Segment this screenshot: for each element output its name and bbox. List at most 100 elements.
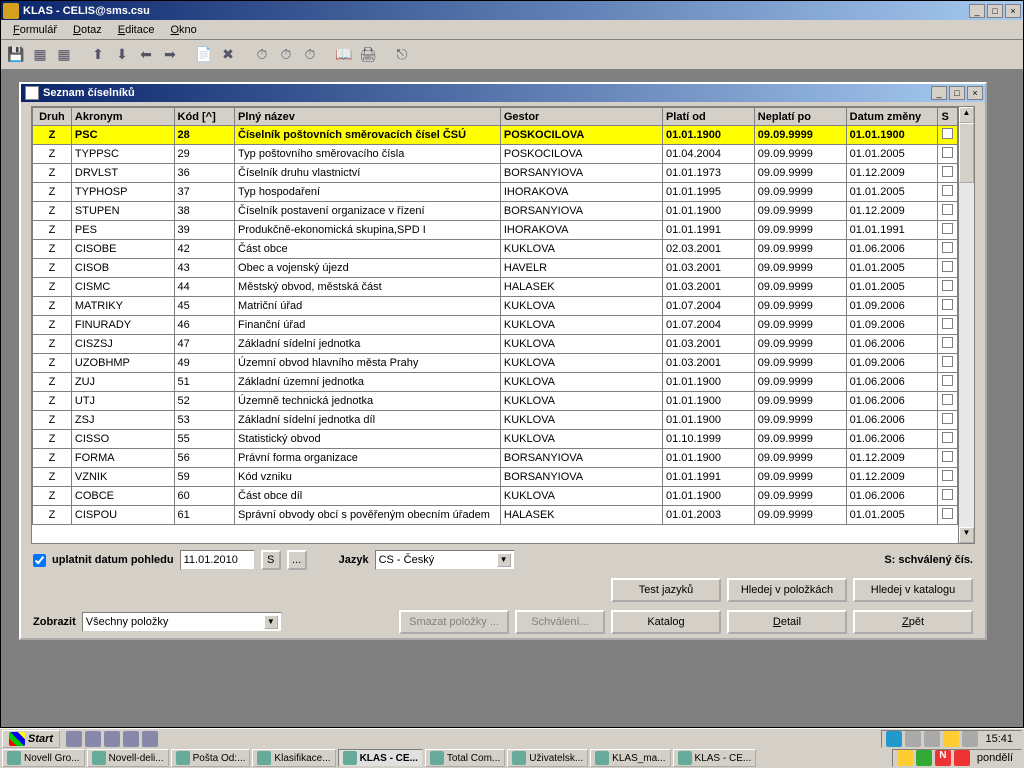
inner-maximize-button[interactable]: □ — [949, 86, 965, 100]
col-s[interactable]: S — [938, 108, 958, 126]
col-akronym[interactable]: Akronym — [71, 108, 174, 126]
row-checkbox[interactable] — [942, 280, 953, 291]
table-row[interactable]: ZCISSO55Statistický obvodKUKLOVA01.10.19… — [33, 430, 958, 449]
row-checkbox[interactable] — [942, 204, 953, 215]
row-checkbox[interactable] — [942, 223, 953, 234]
ql-icon[interactable] — [123, 731, 139, 747]
uplatnit-checkbox[interactable] — [33, 554, 46, 567]
table-row[interactable]: ZTYPHOSP37Typ hospodařeníIHORAKOVA01.01.… — [33, 183, 958, 202]
tray-icon[interactable]: N — [935, 750, 951, 766]
row-checkbox[interactable] — [942, 185, 953, 196]
taskbar-task[interactable]: KLAS - CE... — [338, 749, 423, 767]
table-row[interactable]: ZTYPPSC29Typ poštovního směrovacího čísl… — [33, 145, 958, 164]
table-row[interactable]: ZCISPOU61Správní obvody obcí s pověřeným… — [33, 506, 958, 525]
table-row[interactable]: ZCISMC44Městský obvod, městská částHALAS… — [33, 278, 958, 297]
col-kod[interactable]: Kód [^] — [174, 108, 235, 126]
dots-button[interactable]: ... — [287, 550, 307, 570]
menu-dotaz[interactable]: Dotaz — [65, 22, 110, 38]
menu-editace[interactable]: Editace — [110, 22, 163, 38]
table-row[interactable]: ZUZOBHMP49Územní obvod hlavního města Pr… — [33, 354, 958, 373]
scroll-track[interactable] — [959, 123, 974, 527]
row-checkbox[interactable] — [942, 128, 953, 139]
tool-timer1-icon[interactable]: ⏱ — [251, 44, 273, 66]
scroll-down-icon[interactable]: ▼ — [959, 527, 974, 543]
tool-exit-icon[interactable]: ⎋ — [391, 44, 413, 66]
table-row[interactable]: ZCISOB43Obec a vojenský újezdHAVELR01.03… — [33, 259, 958, 278]
s-button[interactable]: S — [261, 550, 281, 570]
table-row[interactable]: ZPSC28Číselník poštovních směrovacích čí… — [33, 126, 958, 145]
tray-icon[interactable] — [924, 731, 940, 747]
row-checkbox[interactable] — [942, 375, 953, 386]
tool-down-icon[interactable]: ⬇ — [111, 44, 133, 66]
table-row[interactable]: ZZSJ53Základní sídelní jednotka dílKUKLO… — [33, 411, 958, 430]
row-checkbox[interactable] — [942, 356, 953, 367]
tool-new-icon[interactable]: 📄 — [193, 44, 215, 66]
row-checkbox[interactable] — [942, 432, 953, 443]
ql-icon[interactable] — [104, 731, 120, 747]
tray-icon[interactable] — [905, 731, 921, 747]
inner-minimize-button[interactable]: _ — [931, 86, 947, 100]
col-nazev[interactable]: Plný název — [235, 108, 501, 126]
tool-timer3-icon[interactable]: ⏱ — [299, 44, 321, 66]
datum-input[interactable] — [180, 550, 255, 570]
tray-icon[interactable] — [962, 731, 978, 747]
table-row[interactable]: ZCISOBE42Část obceKUKLOVA02.03.200109.09… — [33, 240, 958, 259]
vertical-scrollbar[interactable]: ▲ ▼ — [958, 107, 974, 543]
menu-okno[interactable]: Okno — [162, 22, 204, 38]
maximize-button[interactable]: □ — [987, 4, 1003, 18]
tool-copy2-icon[interactable]: ▦ — [53, 44, 75, 66]
zpet-button[interactable]: Zpět — [853, 610, 973, 634]
close-button[interactable]: × — [1005, 4, 1021, 18]
minimize-button[interactable]: _ — [969, 4, 985, 18]
row-checkbox[interactable] — [942, 508, 953, 519]
table-row[interactable]: ZFINURADY46Finanční úřadKUKLOVA01.07.200… — [33, 316, 958, 335]
table-row[interactable]: ZVZNIK59Kód vznikuBORSANYIOVA01.01.19910… — [33, 468, 958, 487]
jazyk-combo[interactable]: CS - Český ▼ — [375, 550, 515, 570]
taskbar-task[interactable]: Novell-deli... — [87, 749, 169, 767]
tool-save-icon[interactable]: 💾 — [5, 44, 27, 66]
table-row[interactable]: ZFORMA56Právní forma organizaceBORSANYIO… — [33, 449, 958, 468]
col-zmena[interactable]: Datum změny — [846, 108, 938, 126]
col-plati[interactable]: Platí od — [662, 108, 754, 126]
zobrazit-combo[interactable]: Všechny položky ▼ — [82, 612, 282, 632]
hledej-katalog-button[interactable]: Hledej v katalogu — [853, 578, 973, 602]
ql-icon[interactable] — [66, 731, 82, 747]
col-druh[interactable]: Druh — [33, 108, 72, 126]
taskbar-task[interactable]: Uživatelsk... — [507, 749, 588, 767]
tray-icon[interactable] — [943, 731, 959, 747]
tool-print-icon[interactable]: 🖨 — [357, 44, 379, 66]
tool-left-icon[interactable]: ⬅ — [135, 44, 157, 66]
row-checkbox[interactable] — [942, 147, 953, 158]
row-checkbox[interactable] — [942, 166, 953, 177]
row-checkbox[interactable] — [942, 337, 953, 348]
table-row[interactable]: ZSTUPEN38Číselník postavení organizace v… — [33, 202, 958, 221]
tray-icon[interactable] — [916, 750, 932, 766]
row-checkbox[interactable] — [942, 242, 953, 253]
table-row[interactable]: ZCISZSJ47Základní sídelní jednotkaKUKLOV… — [33, 335, 958, 354]
row-checkbox[interactable] — [942, 470, 953, 481]
table-row[interactable]: ZUTJ52Územně technická jednotkaKUKLOVA01… — [33, 392, 958, 411]
ql-icon[interactable] — [142, 731, 158, 747]
row-checkbox[interactable] — [942, 413, 953, 424]
scroll-up-icon[interactable]: ▲ — [959, 107, 974, 123]
tool-timer2-icon[interactable]: ⏱ — [275, 44, 297, 66]
table-row[interactable]: ZPES39Produkčně-ekonomická skupina,SPD I… — [33, 221, 958, 240]
table-row[interactable]: ZCOBCE60Část obce dílKUKLOVA01.01.190009… — [33, 487, 958, 506]
tool-up-icon[interactable]: ⬆ — [87, 44, 109, 66]
katalog-button[interactable]: Katalog — [611, 610, 721, 634]
ql-icon[interactable] — [85, 731, 101, 747]
taskbar-task[interactable]: KLAS_ma... — [590, 749, 670, 767]
table-row[interactable]: ZDRVLST36Číselník druhu vlastnictvíBORSA… — [33, 164, 958, 183]
taskbar-task[interactable]: Novell Gro... — [2, 749, 85, 767]
hledej-polozky-button[interactable]: Hledej v položkách — [727, 578, 847, 602]
row-checkbox[interactable] — [942, 318, 953, 329]
start-button[interactable]: Start — [2, 730, 60, 748]
tray-icon[interactable] — [954, 750, 970, 766]
row-checkbox[interactable] — [942, 394, 953, 405]
detail-button[interactable]: Detail — [727, 610, 847, 634]
taskbar-task[interactable]: Klasifikace... — [252, 749, 335, 767]
menu-formular[interactable]: Formulář — [5, 22, 65, 38]
inner-close-button[interactable]: × — [967, 86, 983, 100]
row-checkbox[interactable] — [942, 451, 953, 462]
data-table[interactable]: Druh Akronym Kód [^] Plný název Gestor P… — [32, 107, 958, 525]
